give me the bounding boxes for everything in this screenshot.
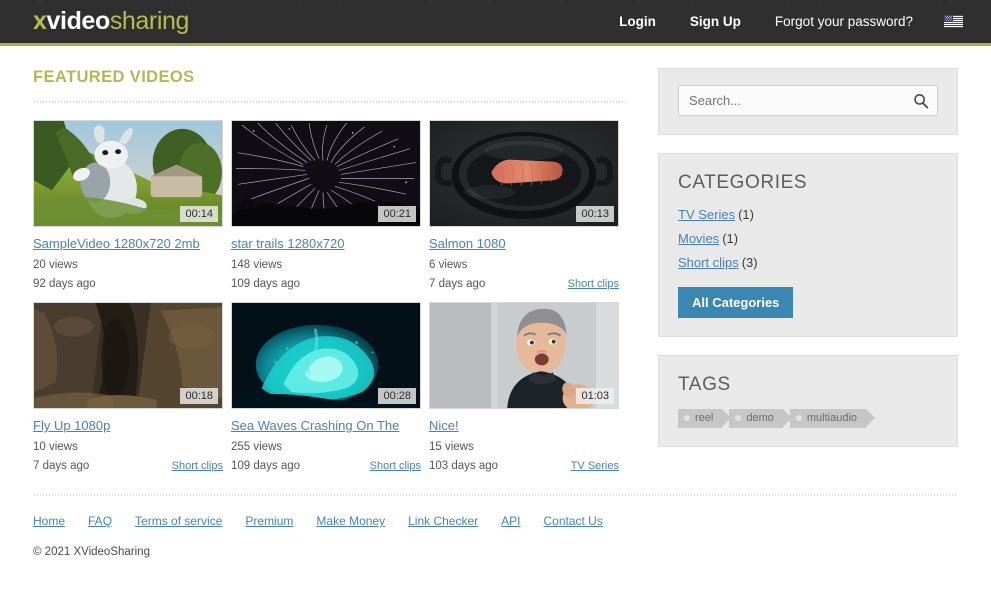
video-category-link[interactable]: Short clips bbox=[172, 460, 223, 472]
video-views: 15 views bbox=[429, 441, 474, 453]
category-row: TV Series (1) bbox=[678, 207, 938, 222]
video-footer: 92 days ago bbox=[33, 278, 223, 290]
footer-link-home[interactable]: Home bbox=[33, 514, 65, 528]
search-input[interactable] bbox=[679, 86, 937, 115]
logo-x: x bbox=[33, 7, 47, 35]
tag-chip-reel[interactable]: reel bbox=[678, 409, 732, 428]
nav-login-link[interactable]: Login bbox=[602, 14, 673, 29]
video-card[interactable]: 00:13 Salmon 1080 6 views 7 days ago Sho… bbox=[429, 120, 627, 290]
footer-link-terms-of-service[interactable]: Terms of service bbox=[135, 514, 222, 528]
logo-sharing: sharing bbox=[109, 7, 190, 35]
tag-chip-multiaudio[interactable]: multiaudio bbox=[789, 409, 876, 428]
video-title-link[interactable]: Fly Up 1080p bbox=[33, 418, 223, 434]
categories-title: CATEGORIES bbox=[678, 172, 808, 193]
video-footer: 7 days ago Short clips bbox=[429, 278, 619, 290]
video-views: 255 views bbox=[231, 441, 283, 453]
title-divider bbox=[33, 101, 627, 103]
video-duration: 00:18 bbox=[180, 388, 218, 404]
video-duration: 00:21 bbox=[378, 206, 416, 222]
video-thumbnail[interactable]: 00:28 bbox=[231, 302, 421, 409]
video-views: 6 views bbox=[429, 259, 468, 271]
category-link-short-clips[interactable]: Short clips bbox=[678, 255, 739, 270]
site-footer: Home FAQ Terms of service Premium Make M… bbox=[33, 484, 958, 558]
search-icon bbox=[914, 93, 929, 109]
video-footer: 7 days ago Short clips bbox=[33, 460, 223, 472]
categories-panel: CATEGORIES TV Series (1) Movies (1) Short … bbox=[658, 153, 958, 337]
video-footer: 109 days ago Short clips bbox=[231, 460, 421, 472]
video-thumbnail[interactable]: 00:13 bbox=[429, 120, 619, 227]
video-duration: 01:03 bbox=[576, 388, 614, 404]
video-views: 20 views bbox=[33, 259, 78, 271]
content-area: Featured Videos bbox=[33, 46, 958, 484]
video-footer: 109 days ago bbox=[231, 278, 421, 290]
video-thumbnail[interactable]: 01:03 bbox=[429, 302, 619, 409]
video-row: 00:14 SampleVideo 1280x720 2mb 20 views … bbox=[33, 120, 627, 302]
video-thumbnail[interactable]: 00:21 bbox=[231, 120, 421, 227]
copyright-text: © 2021 XVideoSharing bbox=[33, 546, 150, 558]
video-thumbnail[interactable]: 00:14 bbox=[33, 120, 223, 227]
footer-divider bbox=[33, 494, 958, 496]
footer-link-api[interactable]: API bbox=[501, 514, 520, 528]
search-panel bbox=[658, 68, 958, 135]
video-title-link[interactable]: SampleVideo 1280x720 2mb bbox=[33, 236, 223, 252]
tags-title: TAGS bbox=[678, 374, 731, 395]
nav-signup-link[interactable]: Sign Up bbox=[673, 14, 758, 29]
category-count: (1) bbox=[722, 231, 739, 246]
video-duration: 00:14 bbox=[180, 206, 218, 222]
page-title: Featured Videos bbox=[33, 68, 195, 86]
video-duration: 00:13 bbox=[576, 206, 614, 222]
video-title-link[interactable]: Nice! bbox=[429, 418, 619, 434]
tags-panel: TAGS reel demo multiaudio bbox=[658, 355, 958, 447]
category-row: Short clips (3) bbox=[678, 255, 938, 270]
top-navigation: Login Sign Up Forgot your password? bbox=[602, 14, 969, 29]
video-date: 103 days ago bbox=[429, 460, 499, 472]
video-title-link[interactable]: Salmon 1080 bbox=[429, 236, 619, 252]
page-container: Featured Videos bbox=[0, 46, 991, 558]
site-logo[interactable]: xvideosharing bbox=[33, 9, 189, 34]
video-card[interactable]: 00:28 Sea Waves Crashing On The 255 view… bbox=[231, 302, 429, 472]
footer-link-make-money[interactable]: Make Money bbox=[316, 514, 385, 528]
video-date: 92 days ago bbox=[33, 278, 96, 290]
category-link-movies[interactable]: Movies bbox=[678, 231, 719, 246]
logo-video: video bbox=[46, 7, 111, 35]
video-date: 109 days ago bbox=[231, 278, 301, 290]
category-link-tv-series[interactable]: TV Series bbox=[678, 207, 735, 222]
video-views: 148 views bbox=[231, 259, 283, 271]
nav-forgot-password-link[interactable]: Forgot your password? bbox=[758, 14, 930, 29]
search-box[interactable] bbox=[678, 85, 938, 116]
category-count: (3) bbox=[741, 255, 758, 270]
video-category-link[interactable]: Short clips bbox=[568, 278, 619, 290]
footer-link-contact-us[interactable]: Contact Us bbox=[543, 514, 602, 528]
video-card[interactable]: 00:18 Fly Up 1080p 10 views 7 days ago S… bbox=[33, 302, 231, 472]
tag-list: reel demo multiaudio bbox=[678, 409, 938, 428]
video-card[interactable]: 00:14 SampleVideo 1280x720 2mb 20 views … bbox=[33, 120, 231, 290]
footer-link-link-checker[interactable]: Link Checker bbox=[408, 514, 478, 528]
sidebar: CATEGORIES TV Series(1) Movies(1) Short … bbox=[658, 68, 958, 484]
video-category-link[interactable]: TV Series bbox=[571, 460, 619, 472]
video-date: 7 days ago bbox=[33, 460, 90, 472]
video-title-link[interactable]: Sea Waves Crashing On The bbox=[231, 418, 421, 434]
tag-chip-demo[interactable]: demo bbox=[729, 409, 792, 428]
video-thumbnail[interactable]: 00:18 bbox=[33, 302, 223, 409]
us-flag-icon[interactable] bbox=[944, 15, 963, 28]
video-duration: 00:28 bbox=[378, 388, 416, 404]
category-count: (1) bbox=[738, 207, 754, 222]
main-column: Featured Videos bbox=[33, 68, 627, 484]
video-card[interactable]: 01:03 Nice! 15 views 103 days ago TV Ser… bbox=[429, 302, 627, 472]
search-button[interactable] bbox=[911, 91, 931, 111]
video-title-link[interactable]: star trails 1280x720 bbox=[231, 236, 421, 252]
video-footer: 103 days ago TV Series bbox=[429, 460, 619, 472]
video-card[interactable]: 00:21 star trails 1280x720 148 views 109… bbox=[231, 120, 429, 290]
site-header: xvideosharing Login Sign Up Forgot your … bbox=[0, 0, 991, 46]
footer-link-faq[interactable]: FAQ bbox=[88, 514, 112, 528]
all-categories-button[interactable]: All Categories bbox=[678, 287, 794, 318]
footer-link-premium[interactable]: Premium bbox=[245, 514, 293, 528]
video-date: 7 days ago bbox=[429, 278, 486, 290]
video-category-link[interactable]: Short clips bbox=[370, 460, 421, 472]
video-row: 00:18 Fly Up 1080p 10 views 7 days ago S… bbox=[33, 302, 627, 484]
category-row: Movies (1) bbox=[678, 231, 938, 246]
video-views: 10 views bbox=[33, 441, 78, 453]
footer-links: Home FAQ Terms of service Premium Make M… bbox=[33, 514, 958, 528]
video-date: 109 days ago bbox=[231, 460, 301, 472]
